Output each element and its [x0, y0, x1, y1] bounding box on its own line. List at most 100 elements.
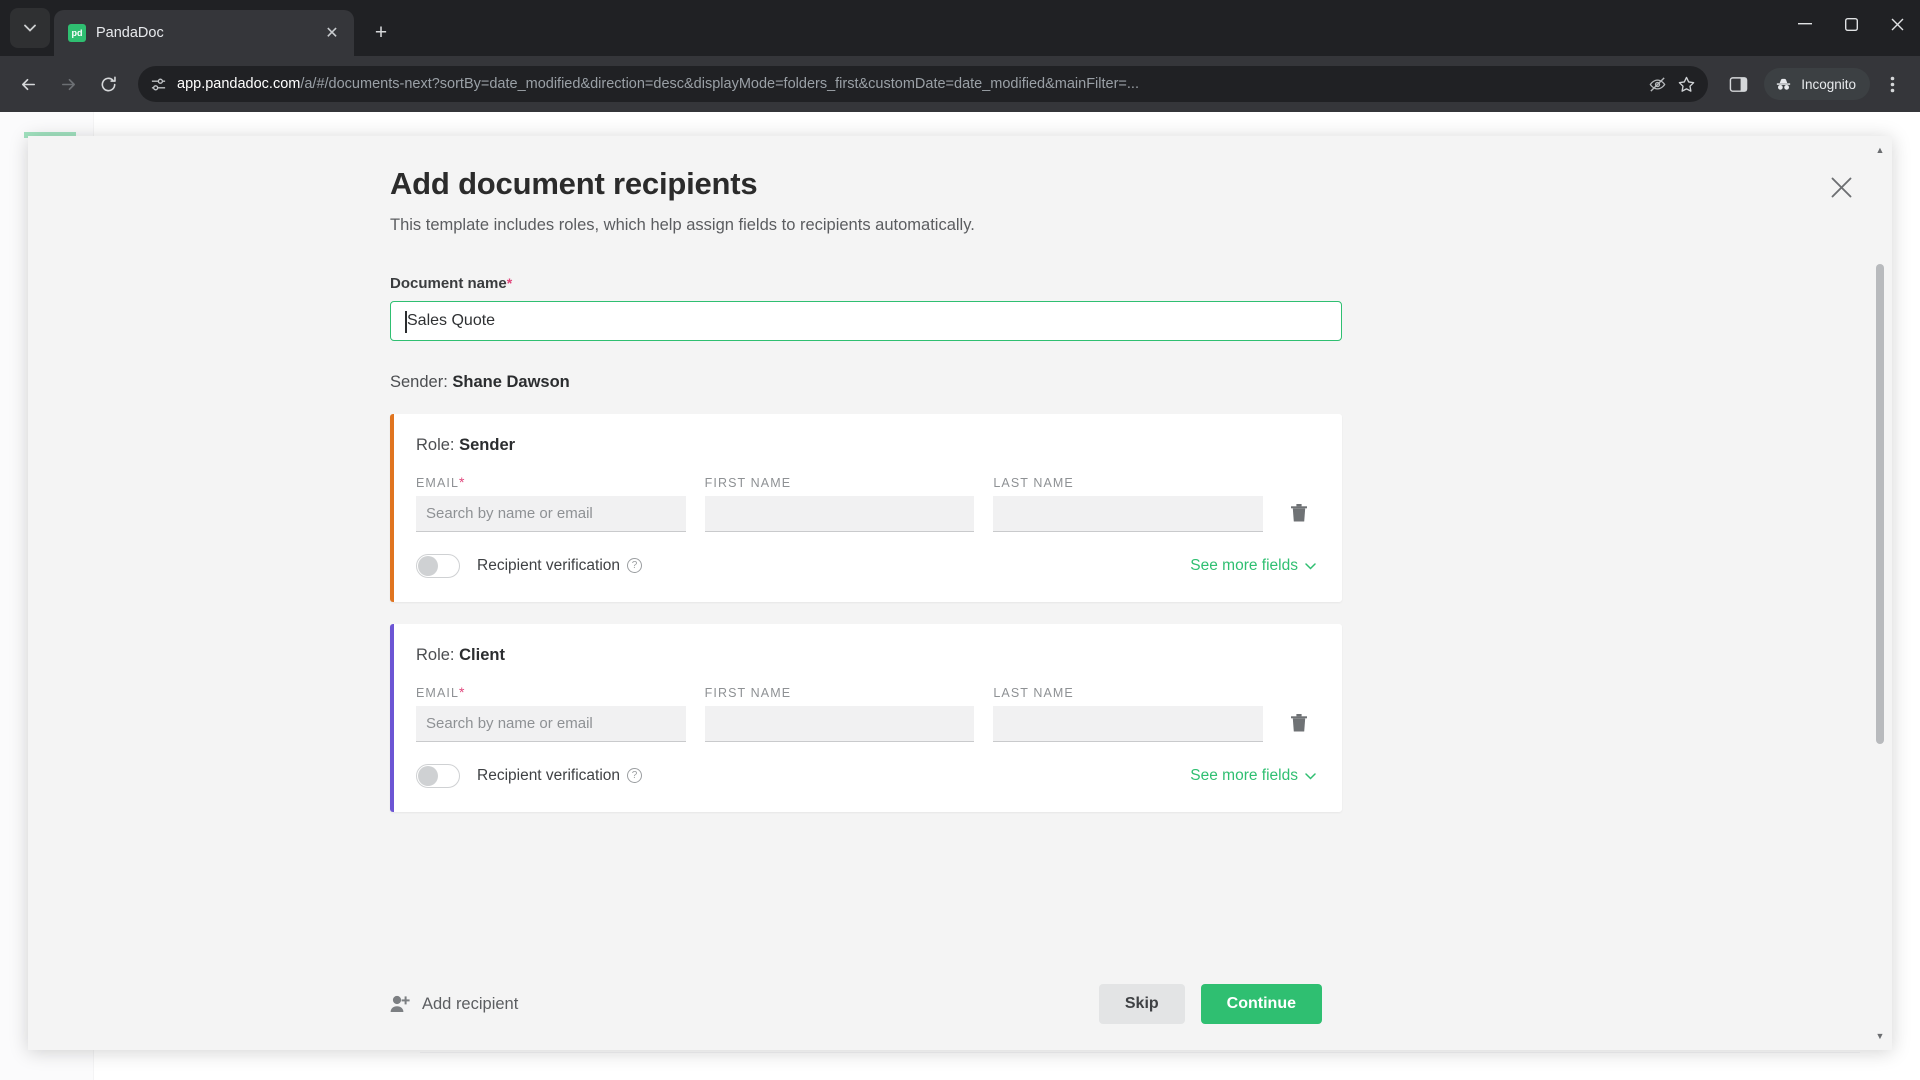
continue-button[interactable]: Continue: [1200, 984, 1322, 1024]
see-more-fields-link[interactable]: See more fields: [1190, 557, 1316, 575]
url-host: app.pandadoc.com: [177, 76, 301, 92]
minimize-button[interactable]: [1782, 0, 1828, 48]
modal-scroll-area: Add document recipients This template in…: [28, 136, 1892, 962]
tab-title: PandaDoc: [96, 25, 164, 41]
recipient-verification-toggle[interactable]: [416, 554, 460, 578]
side-panel-icon[interactable]: [1720, 66, 1756, 102]
email-label: EMAIL*: [416, 474, 686, 490]
see-more-fields-link[interactable]: See more fields: [1190, 767, 1316, 785]
add-document-recipients-modal: Add document recipients This template in…: [28, 136, 1892, 1050]
email-placeholder: Search by name or email: [426, 715, 593, 732]
url-text: app.pandadoc.com/a/#/documents-next?sort…: [177, 76, 1638, 92]
last-name-field-group: LAST NAME: [993, 476, 1264, 532]
email-label-text: EMAIL: [416, 476, 460, 490]
modal-footer: Add recipient Skip Continue: [380, 962, 1540, 1050]
scrollbar-thumb[interactable]: [1876, 264, 1884, 744]
email-field-group: EMAIL* Search by name or email: [416, 474, 686, 532]
sender-line: Sender: Shane Dawson: [390, 373, 1540, 392]
first-name-input[interactable]: [704, 496, 975, 532]
browser-tab[interactable]: pd PandaDoc ✕: [54, 10, 354, 56]
role-title: Role: Client: [416, 646, 1316, 665]
browser-toolbar: app.pandadoc.com/a/#/documents-next?sort…: [0, 56, 1920, 112]
tab-close-icon[interactable]: ✕: [320, 21, 344, 45]
last-name-field-group: LAST NAME: [993, 686, 1264, 742]
reload-icon[interactable]: [90, 66, 126, 102]
modal-title: Add document recipients: [390, 166, 758, 201]
document-name-label: Document name*: [390, 275, 1540, 292]
scroll-down-arrow-icon[interactable]: ▼: [1874, 1030, 1886, 1042]
required-asterisk: *: [459, 684, 465, 700]
document-name-label-text: Document name: [390, 275, 507, 292]
email-field-group: EMAIL* Search by name or email: [416, 684, 686, 742]
browser-window: pd PandaDoc ✕ + app.pandadoc.com/a/#/doc…: [0, 0, 1920, 1080]
card-bottom-row: Recipient verification? See more fields: [416, 554, 1316, 578]
recipient-verification-label: Recipient verification?: [477, 557, 643, 575]
last-name-label: LAST NAME: [993, 476, 1074, 490]
last-name-input[interactable]: [993, 496, 1264, 532]
sender-name: Shane Dawson: [452, 373, 570, 391]
recipient-verification-label: Recipient verification?: [477, 767, 643, 785]
first-name-label: FIRST NAME: [704, 686, 792, 700]
email-placeholder: Search by name or email: [426, 505, 593, 522]
address-bar[interactable]: app.pandadoc.com/a/#/documents-next?sort…: [138, 66, 1709, 102]
url-path: /a/#/documents-next?sortBy=date_modified…: [300, 76, 1139, 92]
email-input[interactable]: Search by name or email: [416, 496, 686, 532]
document-name-input[interactable]: Sales Quote: [390, 301, 1342, 341]
site-settings-icon[interactable]: [150, 76, 167, 93]
add-user-icon: [390, 995, 411, 1013]
role-card-client: Role: Client EMAIL* Search by name or em…: [390, 624, 1342, 812]
first-name-field-group: FIRST NAME: [704, 686, 975, 742]
forward-arrow-icon[interactable]: [50, 66, 86, 102]
trash-icon[interactable]: [1282, 496, 1316, 530]
toggle-label-text: Recipient verification: [477, 557, 621, 574]
new-tab-button[interactable]: +: [364, 16, 398, 50]
add-recipient-button[interactable]: Add recipient: [390, 995, 518, 1014]
recipient-fields-row: EMAIL* Search by name or email FIRST NAM…: [416, 684, 1316, 742]
modal-subtitle: This template includes roles, which help…: [390, 216, 975, 234]
last-name-label: LAST NAME: [993, 686, 1074, 700]
modal-scrollbar[interactable]: ▲ ▼: [1874, 144, 1886, 1042]
question-mark-icon[interactable]: ?: [627, 558, 643, 573]
maximize-button[interactable]: [1828, 0, 1874, 48]
required-asterisk: *: [459, 474, 465, 490]
email-label-text: EMAIL: [416, 686, 460, 700]
skip-button[interactable]: Skip: [1098, 984, 1185, 1024]
role-name: Client: [459, 646, 505, 664]
document-name-value: Sales Quote: [407, 312, 496, 329]
footer-actions: Skip Continue: [1098, 984, 1530, 1024]
see-more-fields-label: See more fields: [1190, 767, 1298, 784]
incognito-label: Incognito: [1801, 76, 1856, 92]
first-name-label: FIRST NAME: [704, 476, 792, 490]
question-mark-icon[interactable]: ?: [627, 768, 643, 783]
scroll-up-arrow-icon[interactable]: ▲: [1874, 144, 1886, 156]
role-prefix: Role:: [416, 646, 455, 664]
text-cursor: [405, 311, 407, 333]
eye-slash-icon[interactable]: [1648, 75, 1667, 94]
recipient-fields-row: EMAIL* Search by name or email FIRST NAM…: [416, 474, 1316, 532]
three-dot-menu-icon[interactable]: [1874, 66, 1910, 102]
back-arrow-icon[interactable]: [10, 66, 46, 102]
incognito-icon: [1774, 75, 1793, 94]
email-input[interactable]: Search by name or email: [416, 706, 686, 742]
role-title: Role: Sender: [416, 436, 1316, 455]
pandadoc-favicon-icon: pd: [68, 24, 86, 42]
chevron-down-icon: [1305, 562, 1316, 570]
role-card-sender: Role: Sender EMAIL* Search by name or em…: [390, 414, 1342, 602]
first-name-input[interactable]: [704, 706, 975, 742]
incognito-indicator[interactable]: Incognito: [1764, 68, 1870, 100]
required-asterisk: *: [506, 275, 513, 291]
last-name-input[interactable]: [993, 706, 1264, 742]
trash-icon[interactable]: [1282, 706, 1316, 740]
recipient-verification-toggle[interactable]: [416, 764, 460, 788]
window-close-button[interactable]: [1874, 0, 1920, 48]
first-name-field-group: FIRST NAME: [704, 476, 975, 532]
tab-search-button[interactable]: [10, 8, 50, 48]
card-bottom-row: Recipient verification? See more fields: [416, 764, 1316, 788]
tab-strip: pd PandaDoc ✕ +: [0, 0, 1920, 56]
role-prefix: Role:: [416, 436, 455, 454]
add-recipient-label: Add recipient: [422, 994, 519, 1013]
email-label: EMAIL*: [416, 684, 686, 700]
star-icon[interactable]: [1677, 75, 1696, 94]
toggle-label-text: Recipient verification: [477, 767, 621, 784]
role-name: Sender: [459, 436, 516, 454]
